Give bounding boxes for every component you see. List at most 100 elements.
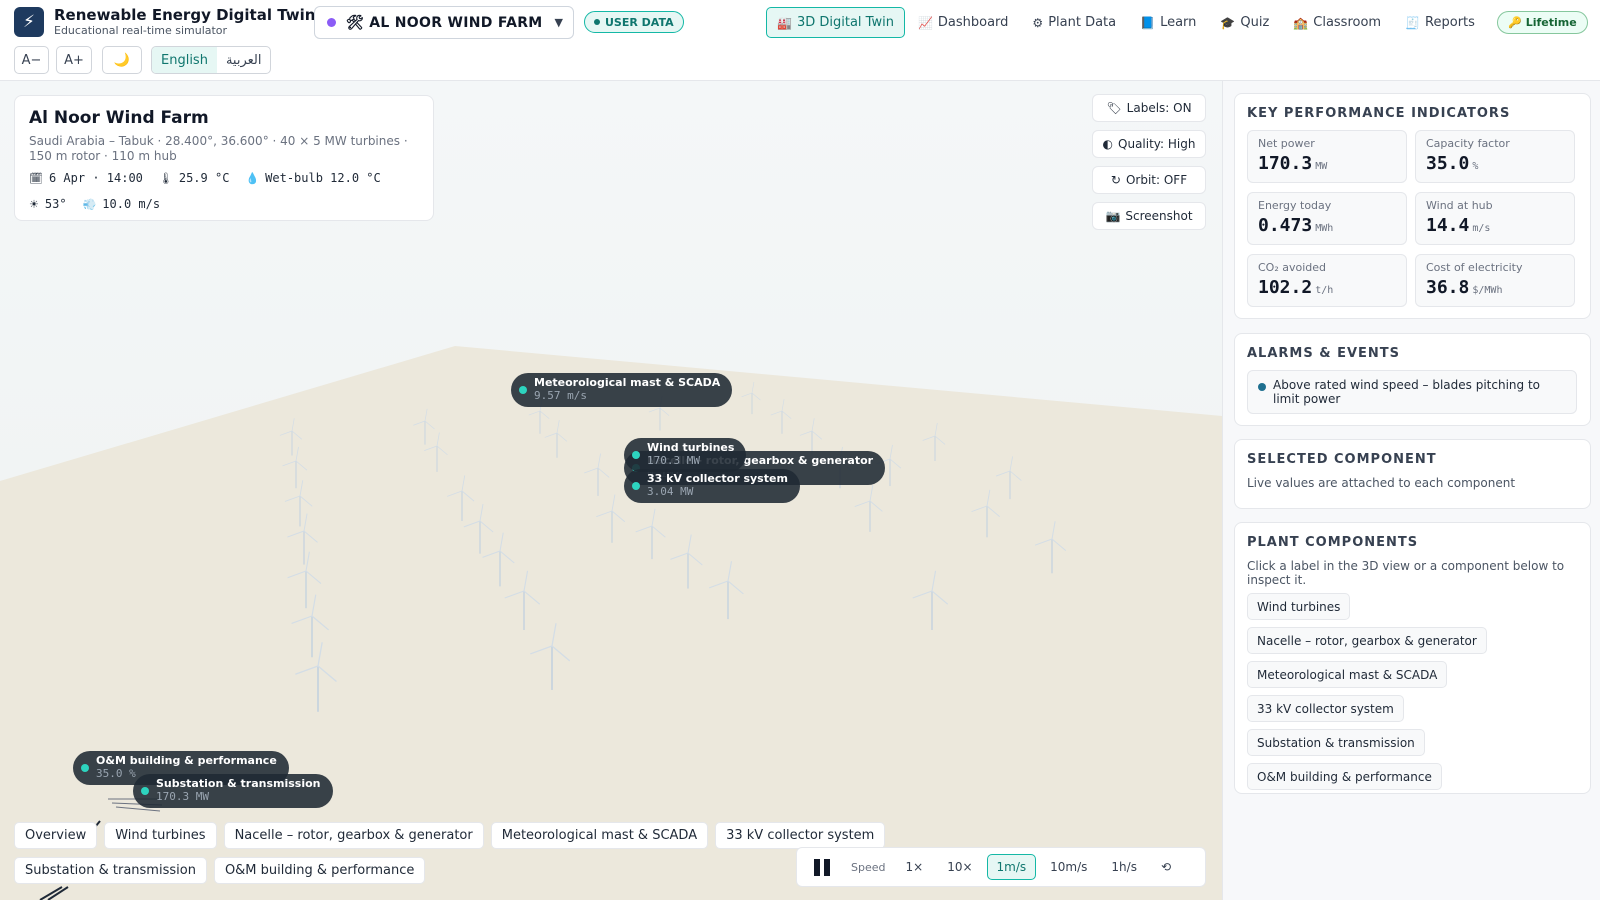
dark-mode-toggle[interactable]: 🌙 bbox=[102, 46, 142, 74]
gear-icon: ⚙ bbox=[1032, 15, 1044, 30]
tools-icon: 🛠 bbox=[346, 14, 365, 31]
view-chip-substation[interactable]: Substation & transmission bbox=[14, 857, 207, 884]
nav-dashboard[interactable]: 📈 Dashboard bbox=[907, 7, 1019, 38]
droplet-icon: 💧 bbox=[245, 172, 260, 185]
reset-icon[interactable]: ⟲ bbox=[1151, 854, 1181, 880]
font-decrease-button[interactable]: A− bbox=[14, 46, 49, 74]
view-chip-overview[interactable]: Overview bbox=[14, 822, 98, 849]
lang-arabic[interactable]: العربية bbox=[217, 47, 271, 73]
chart-icon: 📈 bbox=[917, 15, 933, 30]
view-chip-nacelle[interactable]: Nacelle – rotor, gearbox & generator bbox=[223, 822, 484, 849]
thermometer-icon: 🌡 bbox=[158, 172, 173, 185]
scene-label-met-mast[interactable]: Meteorological mast & SCADA 9.57 m/s bbox=[511, 373, 733, 407]
bolt-logo-icon: ⚡ bbox=[14, 7, 44, 37]
kpi-unit: MW bbox=[1315, 161, 1328, 172]
wetbulb-value: Wet-bulb 12.0 °C bbox=[265, 171, 381, 185]
nav-learn[interactable]: 📘 Learn bbox=[1129, 7, 1207, 38]
scene-label-value: 9.57 m/s bbox=[534, 389, 587, 402]
kpi-value: 102.2 bbox=[1258, 277, 1313, 298]
kpi-unit: MWh bbox=[1315, 223, 1334, 234]
kpi-cost-of-electricity: Cost of electricity 36.8 $/MWh bbox=[1415, 254, 1575, 307]
nav-quiz[interactable]: 🎓 Quiz bbox=[1209, 7, 1280, 38]
screenshot-label: Screenshot bbox=[1125, 209, 1193, 223]
graduation-cap-icon: 🎓 bbox=[1220, 15, 1236, 30]
sun-icon: ☀ bbox=[29, 198, 39, 211]
kpi-value-row: 36.8 $/MWh bbox=[1426, 277, 1564, 298]
half-circle-icon: ◐ bbox=[1102, 137, 1114, 151]
nav-label: Classroom bbox=[1313, 15, 1382, 30]
plant-components-card: PLANT COMPONENTS Click a label in the 3D… bbox=[1234, 522, 1591, 794]
pause-button[interactable] bbox=[807, 853, 837, 881]
sun-wind-row: ☀ 53° 💨 10.0 m/s bbox=[29, 197, 419, 211]
kpi-value: 170.3 bbox=[1258, 153, 1313, 174]
nav-classroom[interactable]: 🏫 Classroom bbox=[1282, 7, 1392, 38]
date-value: 6 Apr · 14:00 bbox=[48, 171, 143, 185]
component-wind-turbines[interactable]: Wind turbines bbox=[1247, 593, 1351, 620]
nav-label: 3D Digital Twin bbox=[796, 15, 894, 30]
speed-10m-per-s[interactable]: 10m/s bbox=[1040, 854, 1097, 880]
kpi-label: CO₂ avoided bbox=[1258, 261, 1327, 274]
site-info-card: Al Noor Wind Farm Saudi Arabia – Tabuk ·… bbox=[14, 95, 434, 221]
wet-bulb: 💧 Wet-bulb 12.0 °C bbox=[245, 171, 380, 185]
kpi-co2-avoided: CO₂ avoided 102.2 t/h bbox=[1247, 254, 1407, 307]
kpi-unit: t/h bbox=[1315, 285, 1334, 296]
language-switch: English العربية bbox=[151, 46, 272, 74]
font-increase-button[interactable]: A+ bbox=[56, 46, 92, 74]
component-collector[interactable]: 33 kV collector system bbox=[1247, 695, 1404, 722]
screenshot-button[interactable]: 📷 Screenshot bbox=[1092, 202, 1206, 230]
kpi-energy-today: Energy today 0.473 MWh bbox=[1247, 192, 1407, 245]
playback-bar: Speed 1× 10× 1m/s 10m/s 1h/s ⟲ bbox=[796, 847, 1206, 887]
nav-label: Dashboard bbox=[937, 15, 1009, 30]
view-chip-met-mast[interactable]: Meteorological mast & SCADA bbox=[490, 822, 709, 849]
speed-1h-per-s[interactable]: 1h/s bbox=[1101, 854, 1147, 880]
view-chip-collector[interactable]: 33 kV collector system bbox=[715, 822, 886, 849]
component-om-building[interactable]: O&M building & performance bbox=[1247, 763, 1442, 790]
nav-label: Learn bbox=[1160, 15, 1197, 30]
labels-toggle-button[interactable]: 🏷 Labels: ON bbox=[1092, 94, 1206, 122]
speed-1m-per-s[interactable]: 1m/s bbox=[986, 854, 1037, 880]
kpi-net-power: Net power 170.3 MW bbox=[1247, 130, 1407, 183]
speed-10x[interactable]: 10× bbox=[937, 854, 982, 880]
component-substation[interactable]: Substation & transmission bbox=[1247, 729, 1425, 756]
component-met-mast[interactable]: Meteorological mast & SCADA bbox=[1247, 661, 1448, 688]
sun-value: 53° bbox=[44, 197, 67, 211]
scene-label-name: O&M building & performance bbox=[96, 754, 277, 767]
nav-reports[interactable]: 🧾 Reports bbox=[1394, 7, 1486, 38]
app-subtitle: Educational real-time simulator bbox=[54, 24, 228, 37]
quality-toggle-label: Quality: High bbox=[1118, 137, 1196, 151]
key-icon: 🔑 bbox=[1508, 16, 1522, 29]
right-panel: KEY PERFORMANCE INDICATORS Net power 170.… bbox=[1222, 81, 1600, 900]
component-nacelle[interactable]: Nacelle – rotor, gearbox & generator bbox=[1247, 627, 1487, 654]
scene-label-value: 170.3 MW bbox=[647, 454, 700, 467]
scene-label-wind-turbines[interactable]: Wind turbines 170.3 MW bbox=[624, 438, 747, 472]
site-selector-value: 🛠 AL NOOR WIND FARM bbox=[346, 15, 543, 31]
status-dot bbox=[632, 482, 640, 490]
view-chip-om-building[interactable]: O&M building & performance bbox=[213, 857, 426, 884]
kpi-card: KEY PERFORMANCE INDICATORS Net power 170.… bbox=[1234, 93, 1591, 319]
view-chips-row-1: Overview Wind turbines Nacelle – rotor, … bbox=[14, 822, 886, 849]
wind-speed: 💨 10.0 m/s bbox=[83, 197, 161, 211]
kpi-label: Energy today bbox=[1258, 199, 1332, 212]
quality-toggle-button[interactable]: ◐ Quality: High bbox=[1092, 130, 1206, 158]
lang-english[interactable]: English bbox=[152, 47, 217, 73]
nav-3d-digital-twin[interactable]: 🏭 3D Digital Twin bbox=[766, 7, 905, 38]
scene-label-collector[interactable]: 33 kV collector system 3.04 MW bbox=[624, 469, 800, 503]
status-dot bbox=[141, 787, 149, 795]
3d-viewport[interactable]: Al Noor Wind Farm Saudi Arabia – Tabuk ·… bbox=[0, 81, 1222, 900]
speed-1x[interactable]: 1× bbox=[895, 854, 933, 880]
orbit-toggle-label: Orbit: OFF bbox=[1125, 173, 1188, 187]
nav-plant-data[interactable]: ⚙ Plant Data bbox=[1021, 7, 1127, 38]
scene-label-substation[interactable]: Substation & transmission 170.3 MW bbox=[133, 774, 333, 808]
view-chip-wind-turbines[interactable]: Wind turbines bbox=[104, 822, 217, 849]
kpi-label: Cost of electricity bbox=[1426, 261, 1523, 274]
nav-label: Quiz bbox=[1240, 15, 1270, 30]
kpi-label: Wind at hub bbox=[1426, 199, 1493, 212]
orbit-toggle-button[interactable]: ↻ Orbit: OFF bbox=[1092, 166, 1206, 194]
sun-elevation: ☀ 53° bbox=[29, 197, 67, 211]
site-selector[interactable]: 🛠 AL NOOR WIND FARM ▼ bbox=[314, 6, 574, 39]
alarm-item[interactable]: Above rated wind speed – blades pitching… bbox=[1247, 370, 1577, 414]
license-badge[interactable]: 🔑 Lifetime bbox=[1497, 11, 1588, 34]
kpi-unit: % bbox=[1472, 161, 1479, 172]
book-icon: 📘 bbox=[1140, 15, 1156, 30]
user-data-label: USER DATA bbox=[605, 15, 674, 29]
